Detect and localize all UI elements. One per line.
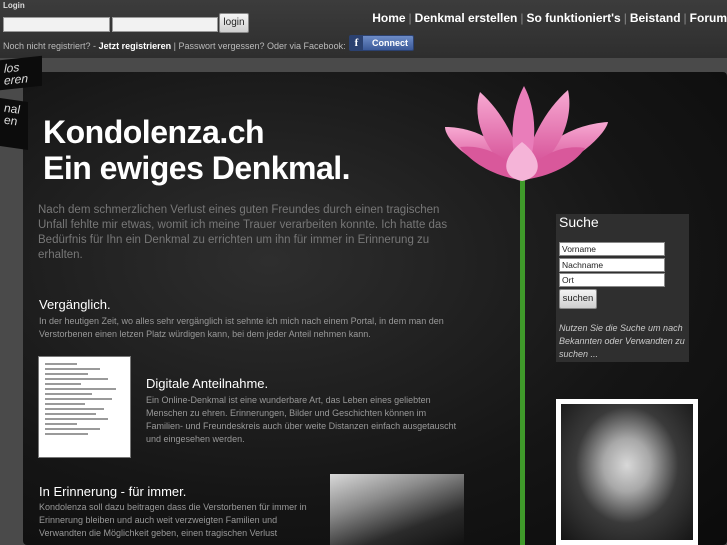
main-nav: Home | Denkmal erstellen | So funktioniert's…	[372, 11, 727, 25]
section-title-verganglich: Vergänglich.	[39, 297, 111, 312]
section-text-digitale-anteilnahme: Ein Online-Denkmal ist eine wunderbare A…	[146, 395, 457, 444]
forgot-password-link[interactable]: Passwort vergessen?	[178, 41, 264, 51]
nav-beistand[interactable]: Beistand	[630, 11, 681, 25]
nav-separator: |	[408, 11, 412, 25]
side-ribbon-bottom[interactable]: nal en	[0, 98, 28, 150]
firstname-input[interactable]: Vorname	[559, 242, 665, 256]
username-input[interactable]	[3, 17, 110, 32]
search-box: Suche Vorname Nachname Ort suchen Nutzen…	[556, 214, 689, 362]
side-ribbon-top[interactable]: los eren	[0, 55, 42, 91]
login-label: Login	[3, 1, 25, 10]
section-text-in-erinnerung: Kondolenza soll dazu beitragen dass die …	[39, 502, 307, 538]
nav-so-funktionierts[interactable]: So funktioniert's	[527, 11, 621, 25]
section-text-verganglich: In der heutigen Zeit, wo alles sehr verg…	[39, 316, 444, 339]
search-button[interactable]: suchen	[559, 289, 597, 309]
login-button[interactable]: login	[219, 13, 249, 33]
place-input[interactable]: Ort	[559, 273, 665, 287]
nav-home[interactable]: Home	[372, 11, 405, 25]
intro-text: Nach dem schmerzlichen Verlust eines gut…	[38, 204, 448, 261]
search-hint: Nutzen Sie die Suche um nach Bekannten o…	[559, 323, 685, 359]
hero-title: Kondolenza.ch Ein ewiges Denkmal.	[43, 114, 351, 186]
lastname-input[interactable]: Nachname	[559, 258, 665, 272]
top-bar: Login login Noch nicht registriert? - Je…	[0, 0, 727, 58]
facebook-hint-text: Oder via Facebook:	[267, 41, 346, 51]
facebook-connect-button[interactable]: f Connect	[349, 35, 414, 51]
portrait-photo[interactable]	[556, 399, 698, 545]
portrait-image	[561, 404, 693, 540]
registration-line: Noch nicht registriert? - Jetzt registri…	[3, 41, 346, 51]
register-link[interactable]: Jetzt registrieren	[99, 41, 172, 51]
facebook-connect-label: Connect	[372, 38, 408, 48]
ribbon-text: en	[4, 112, 18, 129]
document-thumbnail[interactable]	[38, 356, 131, 458]
nav-separator: |	[623, 11, 627, 25]
section-title-digitale-anteilnahme: Digitale Anteilnahme.	[146, 376, 269, 391]
hero-title-line1: Kondolenza.ch	[43, 114, 265, 150]
ribbon-text: eren	[4, 71, 29, 88]
not-registered-text: Noch nicht registriert? -	[3, 41, 97, 51]
search-title: Suche	[559, 214, 599, 230]
facebook-icon: f	[350, 36, 363, 50]
password-input[interactable]	[112, 17, 218, 32]
nav-separator: |	[520, 11, 524, 25]
section-title-in-erinnerung: In Erinnerung - für immer.	[39, 484, 187, 499]
nav-separator: |	[683, 11, 687, 25]
nav-denkmal-erstellen[interactable]: Denkmal erstellen	[415, 11, 518, 25]
nav-forum[interactable]: Forum	[690, 11, 727, 25]
hero-title-line2: Ein ewiges Denkmal.	[43, 150, 351, 186]
separator: |	[173, 41, 176, 51]
memorial-photo	[330, 474, 464, 545]
